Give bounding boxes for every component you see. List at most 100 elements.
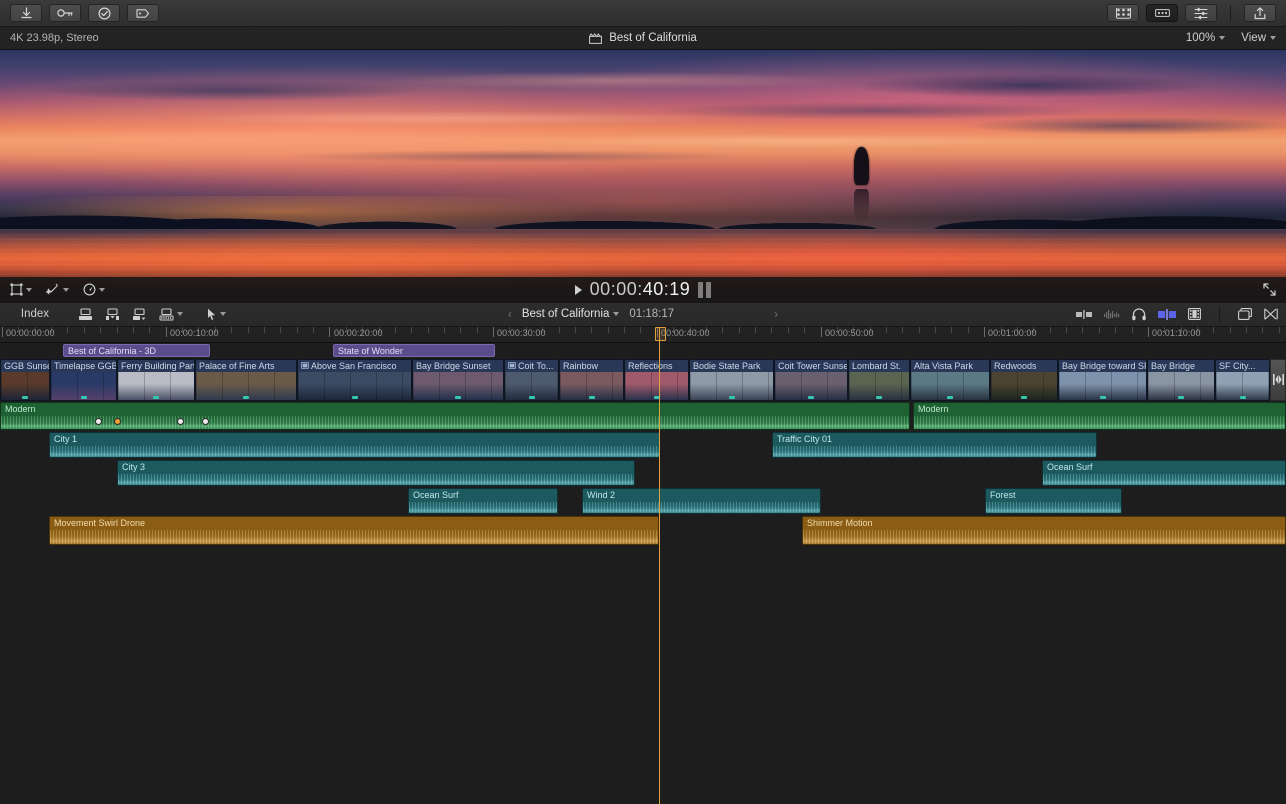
keyword-editor-button[interactable] <box>49 4 81 22</box>
connect-button[interactable] <box>132 307 147 321</box>
select-tool[interactable] <box>207 308 226 321</box>
video-clip[interactable]: Redwoods <box>990 358 1058 401</box>
back-chevron-icon[interactable]: ‹ <box>508 307 512 321</box>
audio-clip[interactable]: Modern <box>913 401 1286 430</box>
timeline-marker[interactable]: State of Wonder <box>333 343 495 357</box>
analyze-button[interactable] <box>88 4 120 22</box>
clip-role-indicator <box>1021 395 1027 399</box>
video-clip-label: Redwoods <box>991 359 1057 372</box>
ruler-minor-tick <box>231 326 233 333</box>
insert-button[interactable] <box>105 307 120 321</box>
chevron-down-icon <box>26 287 32 292</box>
audio-waveform-button[interactable] <box>1104 309 1120 320</box>
audio-clip[interactable]: Modern <box>0 401 910 430</box>
toolbar-right-group <box>1107 4 1276 22</box>
video-clip-name-text: Alta Vista Park <box>914 360 973 371</box>
timeline-window-button[interactable] <box>1238 308 1252 320</box>
video-clip[interactable]: Lombard St. <box>848 358 910 401</box>
video-clip[interactable]: Bay Bridge toward SF <box>1058 358 1147 401</box>
video-clip[interactable]: Above San Francisco <box>297 358 412 401</box>
video-clip[interactable]: Ferry Building Part 2 <box>117 358 195 401</box>
video-clip-name-text: Reflections <box>628 360 673 371</box>
ruler-minor-tick <box>1229 326 1231 333</box>
audio-clip[interactable]: Traffic City 01 <box>772 431 1097 458</box>
chevron-down-icon <box>1270 36 1276 40</box>
video-clip[interactable]: Coit To... <box>504 358 559 401</box>
audio-clip[interactable]: Ocean Surf <box>408 487 558 514</box>
ruler-timecode-label: 00:00:00:00 <box>6 327 55 338</box>
audio-clip[interactable]: Shimmer Motion <box>802 515 1286 545</box>
video-clip[interactable]: SF City... <box>1215 358 1270 401</box>
clip-appearance-button[interactable] <box>1076 309 1092 319</box>
video-clip[interactable]: Rainbow <box>559 358 624 401</box>
skimming-button[interactable] <box>1158 308 1176 320</box>
chevron-down-icon <box>177 312 183 316</box>
audio-clip[interactable]: Wind 2 <box>582 487 821 514</box>
viewer-timecode[interactable]: 00:00:40:19 <box>590 279 691 300</box>
ruler-minor-tick <box>1115 326 1117 333</box>
transform-tool[interactable] <box>10 283 32 296</box>
project-title: Best of California <box>609 32 697 44</box>
pause-icon[interactable] <box>698 281 712 298</box>
video-clip[interactable]: Reflections <box>624 358 689 401</box>
clip-role-indicator <box>947 395 953 399</box>
audio-clip-label: Ocean Surf <box>413 489 459 500</box>
audio-clip[interactable]: Movement Swirl Drone <box>49 515 659 545</box>
import-media-button[interactable] <box>10 4 42 22</box>
collapse-timeline-button[interactable] <box>1264 308 1278 320</box>
timeline-project-menu[interactable]: Best of California <box>522 308 620 320</box>
primary-storyline[interactable]: GGB Sunset Timelapse GGB Ferry Building Pa… <box>0 358 1286 401</box>
clip-role-indicator <box>588 395 595 399</box>
volume-keyframe[interactable] <box>95 417 102 425</box>
ruler-major-tick <box>165 326 167 337</box>
video-clip[interactable]: Timelapse GGB <box>50 358 117 401</box>
tag-button[interactable] <box>127 4 159 22</box>
video-clip[interactable]: Bay Bridge <box>1147 358 1215 401</box>
view-menu[interactable]: View <box>1241 32 1276 44</box>
video-clip[interactable]: Coit Tower Sunset <box>774 358 848 401</box>
filmstrip-roll-icon[interactable] <box>1188 308 1201 320</box>
play-icon[interactable] <box>574 284 582 295</box>
expand-arrows-icon[interactable] <box>1263 283 1276 296</box>
connected-audio-tracks[interactable]: Modern Modern City 1 Traffic City 01 City 3 O… <box>0 401 1286 552</box>
timeline-tracks[interactable]: GGB Sunset Timelapse GGB Ferry Building Pa… <box>0 358 1286 552</box>
audio-clip[interactable]: Ocean Surf <box>1042 459 1286 486</box>
viewer-display-button[interactable] <box>1146 4 1178 22</box>
audio-clip[interactable]: City 3 <box>117 459 635 486</box>
video-clip[interactable]: Bay Bridge Sunset <box>412 358 504 401</box>
volume-keyframe[interactable] <box>177 417 184 425</box>
ruler-minor-tick <box>296 326 298 333</box>
forward-chevron-icon[interactable]: › <box>774 307 778 321</box>
volume-keyframe[interactable] <box>114 417 121 425</box>
ruler-minor-tick <box>935 326 937 333</box>
zoom-level-label: 100% <box>1185 32 1216 44</box>
marker-bar[interactable]: Best of California - 3D State of Wonder <box>0 342 1286 359</box>
audio-clip[interactable]: City 1 <box>49 431 660 458</box>
volume-keyframe[interactable] <box>202 417 209 425</box>
inspector-button[interactable] <box>1185 4 1217 22</box>
browser-view-button[interactable] <box>1107 4 1139 22</box>
audio-clip[interactable]: Forest <box>985 487 1122 514</box>
video-clip[interactable]: Palace of Fine Arts <box>195 358 297 401</box>
overwrite-button[interactable] <box>159 307 183 321</box>
video-clip[interactable]: GGB Sunset <box>0 358 50 401</box>
video-clip-name-text: Bay Bridge Sunset <box>416 360 491 371</box>
video-viewer[interactable]: 00:00:40:19 <box>0 50 1286 303</box>
enhance-tool[interactable] <box>46 283 69 297</box>
video-clip[interactable]: Bodie State Park <box>689 358 774 401</box>
viewer-right-controls: 100% View <box>1186 32 1276 44</box>
zoom-level-menu[interactable]: 100% <box>1185 32 1226 44</box>
ruler-minor-tick <box>132 326 134 333</box>
timeline-ruler[interactable]: 00:00:00:00 00:00:10:00 00:00:20:00 00:00:3… <box>0 326 1286 343</box>
headphones-icon[interactable] <box>1132 307 1146 321</box>
toolbar-left-group <box>10 4 159 22</box>
timeline-panel[interactable]: 00:00:00:00 00:00:10:00 00:00:20:00 00:00:3… <box>0 326 1286 804</box>
index-tab[interactable]: Index <box>0 308 70 320</box>
append-button[interactable] <box>78 307 93 321</box>
share-button[interactable] <box>1244 4 1276 22</box>
video-clip[interactable]: Alta Vista Park <box>910 358 990 401</box>
retime-tool[interactable] <box>83 283 105 296</box>
timeline-marker[interactable]: Best of California - 3D <box>63 343 210 357</box>
viewer-info-bar: 4K 23.98p, Stereo Best of California 100… <box>0 27 1286 50</box>
timeline-end-cap[interactable] <box>1270 358 1286 401</box>
